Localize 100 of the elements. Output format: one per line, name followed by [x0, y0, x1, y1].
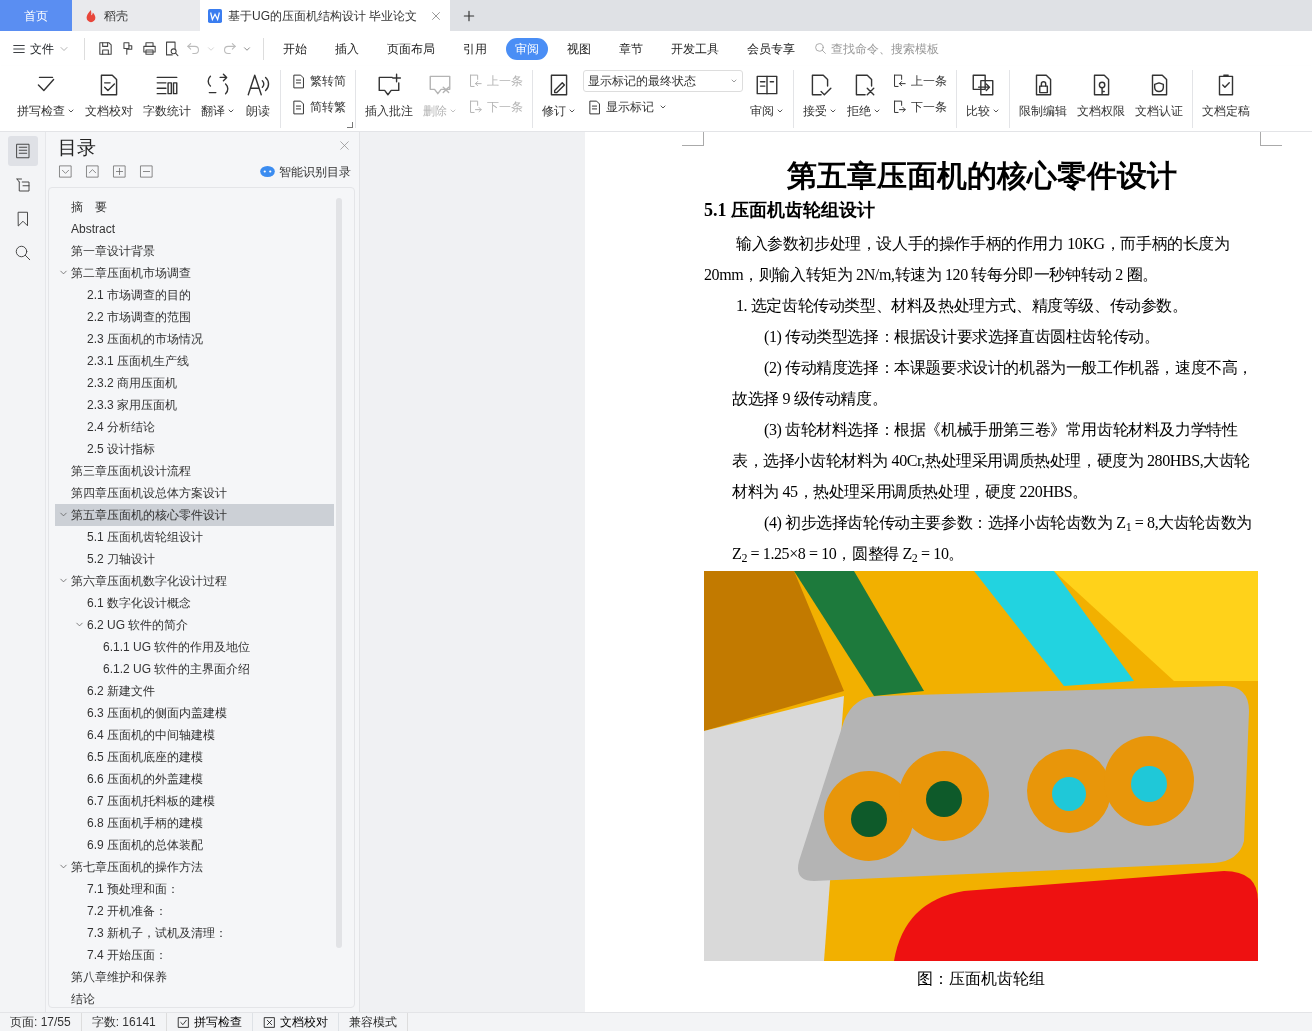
toc-item[interactable]: 7.3 新机子，试机及清理： — [55, 921, 334, 944]
markup-dropdown[interactable]: 显示标记的最终状态 — [583, 70, 743, 92]
collapse-all-icon[interactable] — [85, 164, 100, 179]
minus-box-icon[interactable] — [139, 164, 154, 179]
toc-item[interactable]: 6.6 压面机的外盖建模 — [55, 767, 334, 790]
toc-item[interactable]: 2.1 市场调查的目的 — [55, 283, 334, 306]
ribbon-button[interactable]: 拼写检查 — [14, 70, 78, 122]
caret-icon — [67, 107, 75, 115]
ribbon-tab[interactable]: 页面布局 — [378, 37, 444, 60]
toc-item[interactable]: 2.3.2 商用压面机 — [55, 371, 334, 394]
ribbon-tab[interactable]: 视图 — [558, 37, 600, 60]
ribbon-button[interactable]: 文档权限 — [1074, 70, 1128, 122]
paragraph: (4) 初步选择齿轮传动主要参数：选择小齿轮齿数为 Z$_{1}$ = 8,大齿轮齿数为 Z$_{2}$ = 1.25×8 = 10，圆整得 Z$_{2}$ = 10。 — [731, 512, 1253, 567]
ribbon-button[interactable]: 修订 — [539, 70, 579, 122]
toc-item[interactable]: 摘 要 — [55, 195, 334, 218]
ribbon-tab[interactable]: 引用 — [454, 37, 496, 60]
plus-box-icon[interactable] — [112, 164, 127, 179]
ribbon-button[interactable]: 显示标记 — [583, 96, 743, 118]
toc-item[interactable]: 结论 — [55, 987, 334, 1007]
ribbon-button[interactable]: 文档认证 — [1132, 70, 1186, 122]
caret-icon — [776, 107, 784, 115]
toc-item[interactable]: 2.3 压面机的市场情况 — [55, 327, 334, 350]
ribbon-button[interactable]: 繁转简 — [287, 70, 349, 92]
checkbox-cross-icon — [262, 1015, 276, 1029]
ribbon-button[interactable]: 朗读 — [242, 70, 274, 122]
outline-icon — [13, 141, 32, 161]
margin-mark — [1260, 132, 1282, 146]
toc-item[interactable]: 6.2 新建文件 — [55, 679, 334, 702]
toc-item[interactable]: 6.9 压面机的总体装配 — [55, 833, 334, 856]
writer-icon — [208, 8, 222, 23]
toc-item[interactable]: Abstract — [55, 217, 334, 240]
caret-icon — [568, 107, 576, 115]
ribbon-tab[interactable]: 会员专享 — [738, 37, 804, 60]
toc-item[interactable]: 2.2 市场调查的范围 — [55, 305, 334, 328]
ribbon-button[interactable]: 比较 — [963, 70, 1003, 122]
toc-item[interactable]: 6.1.1 UG 软件的作用及地位 — [55, 635, 334, 658]
arrow-right-icon — [467, 98, 484, 116]
toc-item[interactable]: 6.7 压面机托料板的建模 — [55, 789, 334, 812]
toc-item[interactable]: 6.1.2 UG 软件的主界面介绍 — [55, 657, 334, 680]
toc-item[interactable]: 第三章压面机设计流程 — [55, 459, 334, 482]
toc-item[interactable]: 第一章设计背景 — [55, 239, 334, 262]
toc-item[interactable]: 6.2 UG 软件的简介 — [55, 613, 334, 636]
toc-item[interactable]: 6.5 压面机底座的建模 — [55, 745, 334, 768]
chapter-title: 第五章压面机的核心零件设计 — [786, 158, 1178, 194]
toc-item[interactable]: 2.4 分析结论 — [55, 415, 334, 438]
status-text: 页面: 17/55 — [10, 1013, 82, 1031]
ribbon-button[interactable]: 简转繁 — [287, 96, 349, 118]
file-menu[interactable]: 文件 — [8, 39, 74, 58]
toc-item[interactable]: 第七章压面机的操作方法 — [55, 855, 334, 878]
ribbon-button[interactable]: 翻译 — [198, 70, 238, 122]
flame-icon — [84, 8, 98, 23]
robot-icon — [260, 166, 275, 177]
ribbon-button[interactable]: 限制编辑 — [1016, 70, 1070, 122]
toc-item[interactable]: 第二章压面机市场调查 — [55, 261, 334, 284]
toc-item[interactable]: 第四章压面机设总体方案设计 — [55, 481, 334, 504]
caret-icon — [992, 107, 1000, 115]
toc-item[interactable]: 6.8 压面机手柄的建模 — [55, 811, 334, 834]
toc-item[interactable]: 5.1 压面机齿轮组设计 — [55, 525, 334, 548]
toc-item[interactable]: 2.3.3 家用压面机 — [55, 393, 334, 416]
ribbon-button[interactable]: 下一条 — [888, 96, 950, 118]
toc-item[interactable]: 6.3 压面机的侧面内盖建模 — [55, 701, 334, 724]
save-icon[interactable] — [96, 40, 114, 57]
ribbon-button[interactable]: 字数统计 — [140, 70, 194, 122]
toc-item[interactable]: 6.4 压面机的中间轴建模 — [55, 723, 334, 746]
paragraph: (3) 齿轮材料选择：根据《机械手册第三卷》常用齿轮材料及力学特性表，选择小齿轮材料为 40Cr,热处理采用调质热处理，硬度为 280HBS,大齿轮材料为 45，热处理采用调质热处理，硬度 220HBS。 — [731, 419, 1252, 502]
dialog-launcher-icon[interactable] — [347, 122, 353, 128]
paragraph: (2) 传动精度选择：本课题要求设计的机器为一般工作机器，速度不高，故选择 9 级传动精度。 — [731, 357, 1255, 409]
expand-all-icon[interactable] — [58, 164, 73, 179]
document-tab[interactable]: 稻壳 — [72, 0, 200, 31]
ribbon-button[interactable]: 接受 — [800, 70, 840, 122]
smart-toc-button[interactable]: 智能识别目录 — [260, 162, 351, 181]
status-toggle[interactable]: 拼写检查 — [166, 1013, 253, 1031]
search-icon — [13, 243, 32, 263]
checkbox-check-icon — [176, 1015, 190, 1029]
ribbon-tab[interactable]: 开发工具 — [662, 37, 728, 60]
toc-item[interactable]: 7.4 开始压面： — [55, 943, 334, 966]
sidebar-tab[interactable] — [7, 136, 38, 166]
toc-item[interactable]: 6.1 数字化设计概念 — [55, 591, 334, 614]
toc-item[interactable]: 第六章压面机数字化设计过程 — [55, 569, 334, 592]
ribbon-button[interactable]: 文档校对 — [82, 70, 136, 122]
toc-item[interactable]: 2.5 设计指标 — [55, 437, 334, 460]
ribbon-button[interactable]: 审阅 — [747, 70, 787, 122]
sound-wave-icon — [245, 72, 271, 98]
document-tab[interactable]: 基于UG的压面机结构设计 毕业论文 — [200, 0, 450, 31]
ribbon-button[interactable]: 文档定稿 — [1199, 70, 1253, 122]
ribbon-button[interactable]: 拒绝 — [844, 70, 884, 122]
caret-icon — [730, 77, 738, 85]
toc-item[interactable]: 7.2 开机准备： — [55, 899, 334, 922]
status-toggle[interactable]: 文档校对 — [252, 1013, 339, 1031]
toc-item[interactable]: 2.3.1 压面机生产线 — [55, 349, 334, 372]
ribbon-tab[interactable]: 插入 — [326, 37, 368, 60]
print-icon[interactable] — [140, 40, 158, 57]
ribbon-button[interactable]: 插入批注 — [362, 70, 416, 122]
toc-item[interactable]: 第五章压面机的核心零件设计 — [55, 503, 334, 526]
toc-item[interactable]: 7.1 预处理和面： — [55, 877, 334, 900]
toc-item[interactable]: 5.2 刀轴设计 — [55, 547, 334, 570]
ribbon-tab[interactable]: 章节 — [610, 37, 652, 60]
ribbon-tab[interactable]: 开始 — [274, 37, 316, 60]
ribbon-button[interactable]: 上一条 — [888, 70, 950, 92]
toc-item[interactable]: 第八章维护和保养 — [55, 965, 334, 988]
